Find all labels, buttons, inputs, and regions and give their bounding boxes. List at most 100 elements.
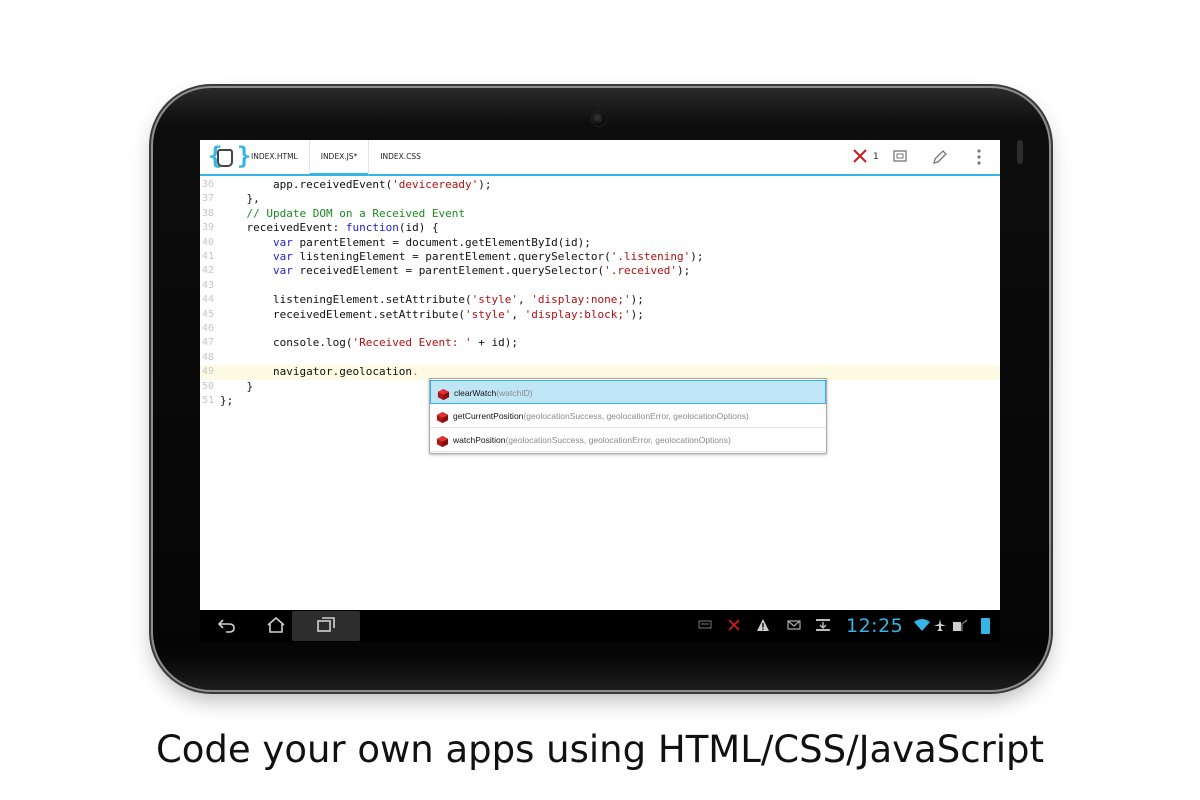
fullscreen-icon[interactable] — [892, 148, 908, 166]
code-token: receivedElement = parentElement.querySel… — [292, 264, 605, 278]
file-tabs: INDEX.HTML INDEX.JS* INDEX.CSS — [240, 140, 432, 176]
keyboard-icon[interactable] — [698, 618, 712, 634]
code-line[interactable]: 37 }, — [200, 192, 1000, 206]
recents-icon[interactable] — [315, 616, 337, 636]
code-string: 'display:none;' — [531, 293, 631, 307]
code-text: var listeningElement = parentElement.que… — [220, 250, 704, 264]
notification-icon[interactable] — [786, 618, 802, 636]
code-line[interactable]: 36 app.receivedEvent('deviceready'); — [200, 178, 1000, 192]
code-line[interactable]: 42 var receivedElement = parentElement.q… — [200, 264, 1000, 278]
download-icon[interactable] — [815, 618, 831, 636]
code-token: listeningElement = parentElement.querySe… — [292, 250, 611, 263]
code-string: 'display:block;' — [524, 307, 631, 321]
code-token: receivedElement.setAttribute( — [220, 307, 466, 321]
code-line[interactable]: 39 receivedEvent: function(id) { — [200, 221, 1000, 235]
line-number: 43 — [201, 279, 214, 291]
code-text: }; — [220, 394, 233, 408]
error-x-icon[interactable] — [727, 618, 741, 636]
airplane-icon — [933, 618, 947, 636]
line-number: 41 — [201, 251, 214, 262]
back-icon[interactable] — [216, 616, 238, 636]
code-line[interactable]: 44 listeningElement.setAttribute('style'… — [200, 293, 1000, 307]
code-line[interactable]: 43 — [200, 279, 1000, 293]
side-button — [1017, 140, 1023, 164]
overflow-menu-icon[interactable] — [976, 148, 982, 166]
home-icon[interactable] — [265, 616, 287, 636]
code-keyword: var — [220, 264, 293, 278]
code-token: parentElement = document.getElementById(… — [292, 235, 591, 249]
code-text: console.log('Received Event: ' + id); — [220, 336, 518, 350]
code-text: // Update DOM on a Received Event — [220, 207, 465, 221]
code-line[interactable]: 41 var listeningElement = parentElement.… — [200, 250, 1000, 264]
code-text: }, — [220, 192, 260, 206]
code-line[interactable]: 45 receivedElement.setAttribute('style',… — [200, 308, 1000, 322]
autocomplete-text: clearWatch(watchID) — [454, 381, 533, 405]
code-token: ); — [478, 178, 492, 191]
line-number: 47 — [201, 337, 214, 349]
code-token: receivedEvent: — [220, 221, 346, 235]
autocomplete-item[interactable]: watchPosition(geolocationSuccess, geoloc… — [430, 428, 826, 452]
method-name: watchPosition — [453, 435, 506, 445]
system-bar: 12:25 — [200, 610, 1000, 642]
code-string: 'style' — [465, 307, 512, 321]
autocomplete-text: getCurrentPosition(geolocationSuccess, g… — [453, 404, 749, 428]
action-bar: { } INDEX.HTML INDEX.JS* INDEX.CSS 1 — [200, 140, 1000, 176]
line-number: 42 — [201, 265, 214, 277]
code-string: 'Received Event: ' — [352, 336, 472, 350]
modified-marker: * — [353, 152, 358, 161]
code-keyword: var — [220, 235, 293, 249]
clock[interactable]: 12:25 — [846, 613, 903, 639]
tab-index-html[interactable]: INDEX.HTML — [240, 140, 310, 174]
line-number: 48 — [201, 351, 214, 363]
code-keyword: var — [220, 250, 293, 263]
code-token: }; — [220, 394, 234, 407]
tab-index-js[interactable]: INDEX.JS* — [309, 140, 370, 176]
autocomplete-popup: clearWatch(watchID) getCurrentPosition(ge… — [429, 378, 827, 454]
autocomplete-item[interactable]: getCurrentPosition(geolocationSuccess, g… — [430, 404, 826, 428]
line-number: 49 — [201, 366, 214, 378]
code-token: ); — [630, 307, 644, 321]
tab-label: INDEX.HTML — [251, 152, 298, 161]
code-line[interactable]: 46 — [200, 322, 1000, 336]
tab-label: INDEX.JS — [320, 152, 354, 161]
autocomplete-item[interactable]: clearWatch(watchID) — [430, 380, 826, 404]
red-cube-icon — [436, 433, 449, 448]
method-name: clearWatch — [454, 388, 497, 398]
code-text: } — [220, 380, 253, 394]
line-number: 50 — [201, 380, 214, 392]
code-keyword: function — [345, 221, 399, 235]
wifi-icon — [914, 618, 930, 636]
method-params: (geolocationSuccess, geolocationError, g… — [505, 435, 731, 445]
code-line[interactable]: 38 // Update DOM on a Received Event — [200, 207, 1000, 221]
close-x-icon[interactable] — [852, 148, 868, 166]
tab-label: INDEX.CSS — [380, 152, 421, 161]
code-token: }, — [220, 192, 260, 206]
code-comment: // Update DOM on a Received Event — [220, 206, 466, 220]
line-number: 40 — [201, 236, 214, 248]
code-line[interactable]: 47 console.log('Received Event: ' + id); — [200, 336, 1000, 350]
red-cube-icon — [437, 386, 450, 401]
code-token: , — [511, 307, 525, 321]
line-number: 46 — [201, 323, 214, 334]
line-number: 36 — [201, 179, 214, 190]
code-line[interactable]: 48 — [200, 351, 1000, 365]
code-token: ); — [690, 250, 704, 263]
marketing-caption: Code your own apps using HTML/CSS/JavaSc… — [155, 728, 1045, 771]
code-token: console.log( — [220, 336, 353, 350]
code-text: var receivedElement = parentElement.quer… — [220, 264, 690, 278]
tab-index-css[interactable]: INDEX.CSS — [369, 140, 432, 174]
code-text: navigator.geolocation. — [220, 365, 419, 379]
code-string: 'deviceready' — [392, 178, 479, 191]
edit-pencil-icon[interactable] — [931, 148, 949, 166]
code-line[interactable]: 40 var parentElement = document.getEleme… — [200, 236, 1000, 250]
battery-icon — [981, 618, 990, 634]
code-string: 'style' — [471, 293, 519, 307]
warning-icon[interactable] — [756, 618, 770, 636]
line-number: 44 — [201, 294, 214, 306]
method-params: (watchID) — [496, 388, 533, 398]
code-text: listeningElement.setAttribute('style', '… — [220, 293, 644, 307]
red-cube-icon — [436, 409, 449, 424]
method-params: (geolocationSuccess, geolocationError, g… — [523, 411, 749, 421]
front-camera — [592, 112, 606, 126]
app-logo-icon[interactable]: { } — [208, 143, 251, 171]
